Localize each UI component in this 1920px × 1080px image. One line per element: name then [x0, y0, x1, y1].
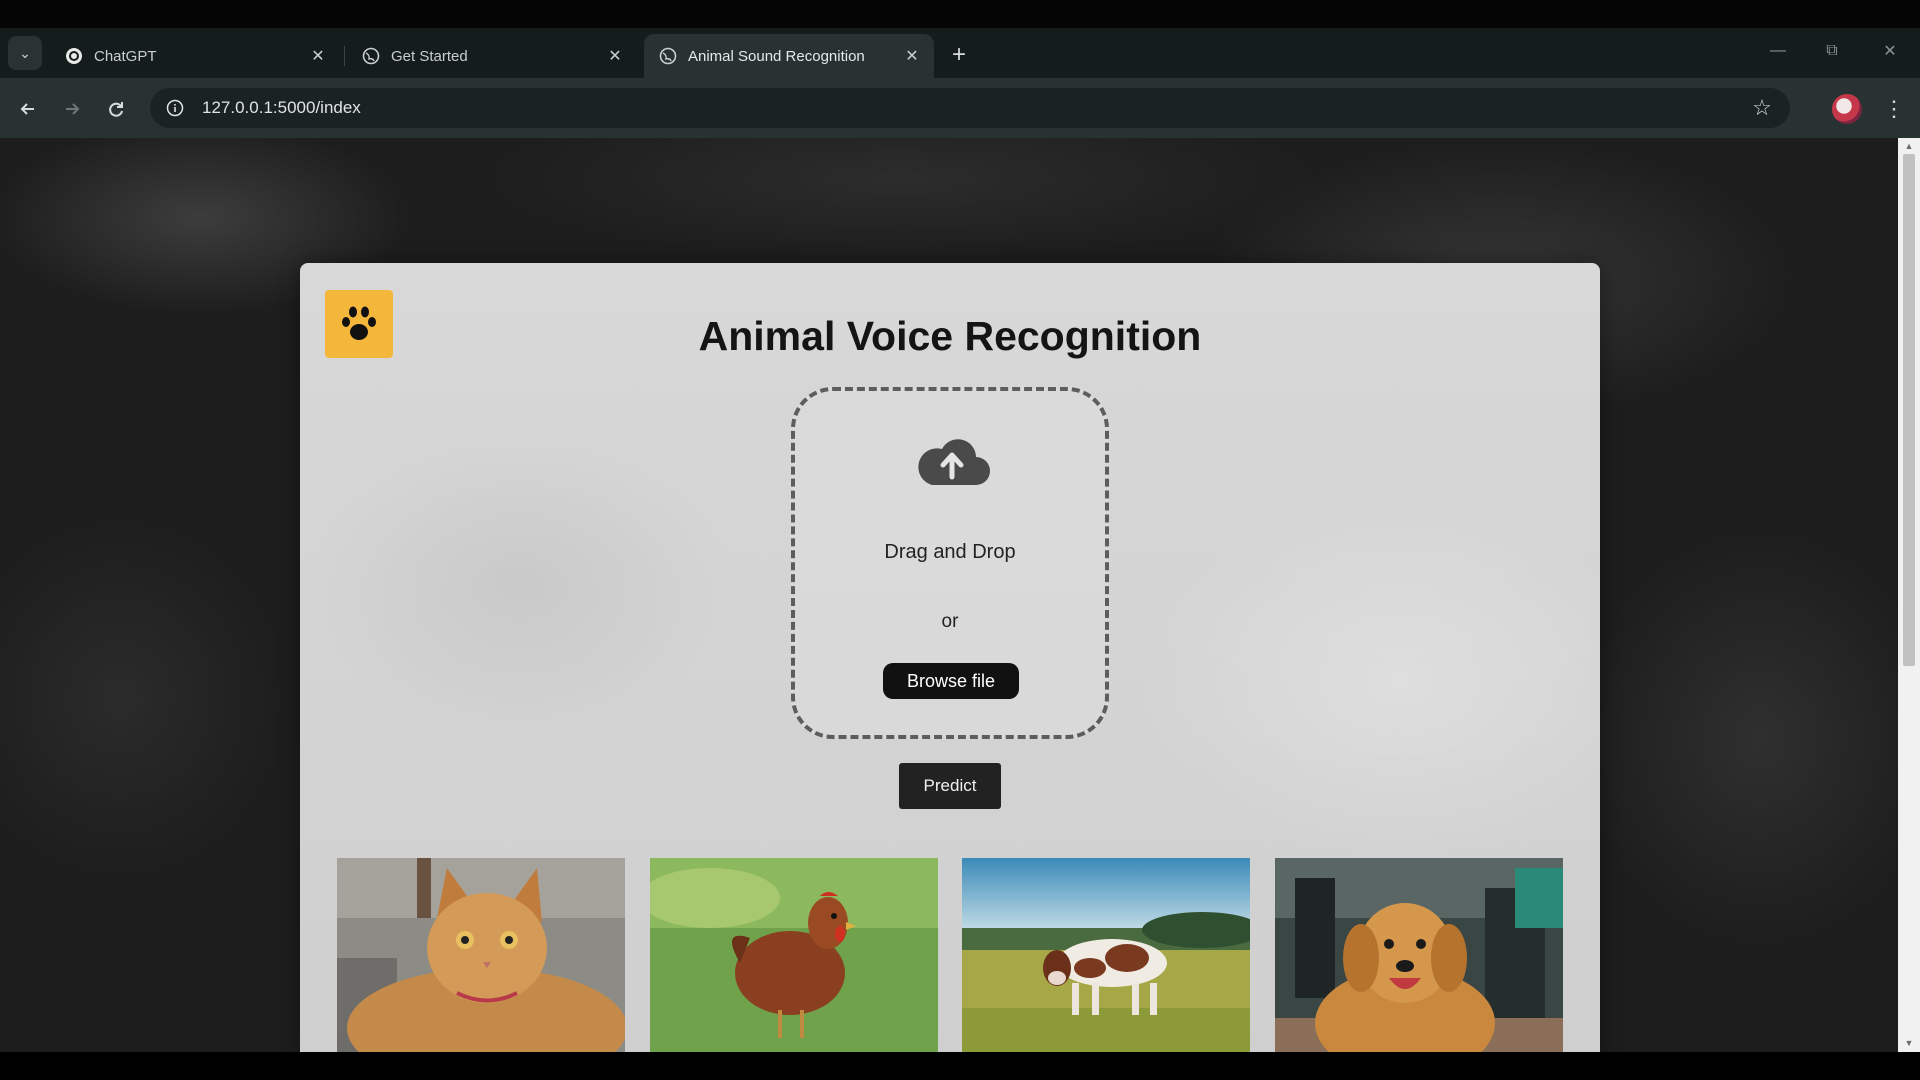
- browse-file-button[interactable]: Browse file: [883, 663, 1019, 699]
- page-title: Animal Voice Recognition: [698, 313, 1202, 359]
- close-icon[interactable]: ✕: [902, 46, 922, 66]
- tab-chatgpt[interactable]: ChatGPT ✕: [50, 34, 340, 78]
- chatgpt-icon: [64, 46, 84, 66]
- tab-strip: ⌄ ChatGPT ✕ Get Started ✕ Animal Sound R…: [0, 28, 1920, 78]
- reload-button[interactable]: [100, 93, 132, 125]
- restore-icon[interactable]: ⧉: [1812, 36, 1852, 66]
- scroll-up-icon[interactable]: ▲: [1904, 141, 1914, 151]
- window-bottom-edge: [0, 1052, 1920, 1080]
- tab-title: Animal Sound Recognition: [688, 47, 865, 65]
- tab-get-started[interactable]: Get Started ✕: [347, 34, 637, 78]
- chevron-down-icon: ⌄: [19, 44, 31, 61]
- hen-image: [650, 858, 938, 1052]
- arrow-right-icon: [66, 103, 80, 115]
- address-bar[interactable]: 127.0.0.1:5000/index ☆: [150, 88, 1790, 128]
- more-options-icon[interactable]: ⋮: [1882, 93, 1906, 125]
- cat-image: [337, 858, 625, 1052]
- tab-title: ChatGPT: [94, 47, 157, 65]
- tab-animal-sound-recognition[interactable]: Animal Sound Recognition ✕: [644, 34, 934, 78]
- tab-divider: [344, 46, 345, 66]
- predict-button[interactable]: Predict: [899, 763, 1001, 809]
- drag-drop-label: Drag and Drop: [884, 541, 1016, 563]
- tab-title: Get Started: [391, 47, 468, 65]
- window-close-icon[interactable]: ✕: [1870, 36, 1910, 66]
- globe-icon: [361, 46, 381, 66]
- cow-image: [962, 858, 1250, 1052]
- minimize-icon[interactable]: —: [1758, 36, 1798, 66]
- new-tab-button[interactable]: +: [944, 40, 974, 70]
- site-info-icon[interactable]: [164, 97, 186, 119]
- page-viewport: Animal Voice Recognition Drag and Drop o…: [0, 138, 1898, 1052]
- url-text: 127.0.0.1:5000/index: [202, 98, 361, 117]
- globe-icon: [658, 46, 678, 66]
- arrow-left-icon: [20, 103, 34, 115]
- browser-toolbar: 127.0.0.1:5000/index ☆ ⋮: [0, 78, 1920, 138]
- reload-icon: [109, 102, 123, 117]
- or-label: or: [941, 611, 959, 632]
- vertical-scrollbar[interactable]: ▲ ▼: [1898, 138, 1920, 1052]
- bookmark-star-icon[interactable]: ☆: [1750, 97, 1774, 121]
- scroll-down-icon[interactable]: ▼: [1904, 1038, 1914, 1048]
- window-top-edge: [0, 0, 1920, 28]
- back-button[interactable]: [12, 93, 44, 125]
- forward-button[interactable]: [56, 93, 88, 125]
- profile-avatar[interactable]: [1832, 94, 1862, 124]
- close-icon[interactable]: ✕: [308, 46, 328, 66]
- upload-dropzone[interactable]: Drag and Drop or Browse file: [791, 387, 1109, 739]
- main-card: Animal Voice Recognition Drag and Drop o…: [300, 263, 1600, 1052]
- tab-search-button[interactable]: ⌄: [8, 36, 42, 70]
- scrollbar-thumb[interactable]: [1903, 154, 1915, 666]
- cloud-upload-icon: [918, 439, 990, 485]
- dog-image: [1275, 858, 1563, 1052]
- close-icon[interactable]: ✕: [605, 46, 625, 66]
